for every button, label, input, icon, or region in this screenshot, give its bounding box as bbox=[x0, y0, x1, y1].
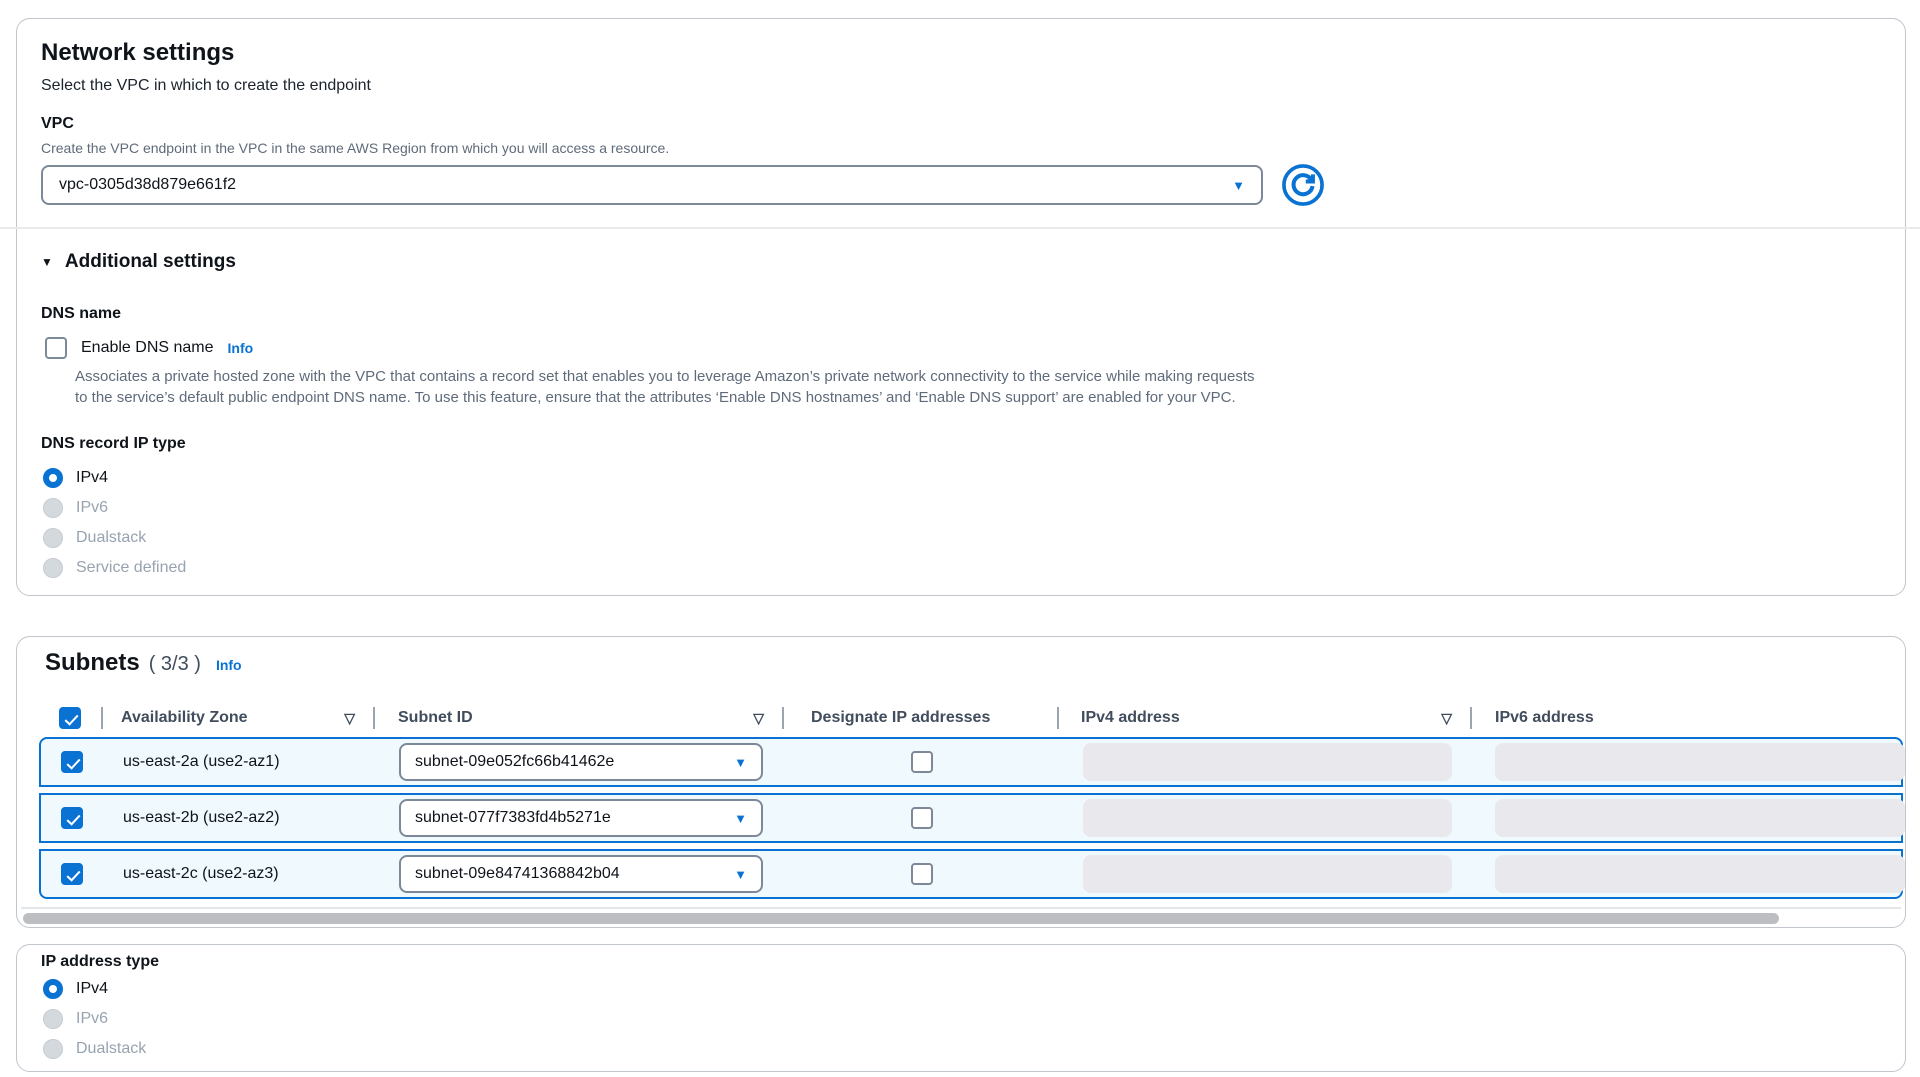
radio-disabled-icon bbox=[43, 1009, 63, 1029]
vpc-select[interactable]: vpc-0305d38d879e661f2 ▼ bbox=[41, 165, 1263, 205]
dns-record-ip-type-radio-group: IPv4 IPv6 Dualstack Service defined bbox=[43, 467, 186, 579]
sort-icon[interactable]: ▽ bbox=[753, 710, 764, 727]
header-subnet-id: Subnet ID ▽ bbox=[373, 699, 782, 737]
sort-icon[interactable]: ▽ bbox=[1441, 710, 1452, 727]
network-settings-title: Network settings bbox=[41, 39, 234, 67]
ip-address-type-card: IP address type IPv4 IPv6 Dualstack bbox=[16, 944, 1906, 1072]
section-divider bbox=[0, 227, 1920, 229]
radio-option-ipv6: IPv6 bbox=[43, 497, 186, 519]
column-label: Availability Zone bbox=[101, 709, 248, 727]
dns-record-ip-type-label: DNS record IP type bbox=[41, 435, 186, 453]
radio-disabled-icon bbox=[43, 1039, 63, 1059]
dns-name-label: DNS name bbox=[41, 305, 121, 323]
subnets-card: Subnets ( 3/3 ) Info Availability Zone ▽… bbox=[16, 636, 1906, 928]
ipv4-address-input bbox=[1083, 799, 1452, 837]
column-label: Designate IP addresses bbox=[782, 709, 990, 727]
ipv6-address-input bbox=[1495, 855, 1905, 893]
chevron-down-icon: ▼ bbox=[734, 756, 747, 769]
ipv6-address-input bbox=[1495, 743, 1905, 781]
refresh-icon bbox=[1281, 163, 1325, 207]
radio-option-dualstack: Dualstack bbox=[43, 527, 186, 549]
dns-name-info-link[interactable]: Info bbox=[228, 340, 254, 356]
table-bottom-divider bbox=[21, 907, 1901, 909]
vpc-select-value: vpc-0305d38d879e661f2 bbox=[59, 176, 236, 194]
table-row[interactable]: us-east-2c (use2-az3) subnet-09e84741368… bbox=[39, 849, 1903, 899]
ip-address-type-radio-group: IPv4 IPv6 Dualstack bbox=[43, 978, 146, 1060]
scrollbar-thumb[interactable] bbox=[23, 913, 1779, 924]
sort-icon[interactable]: ▽ bbox=[344, 710, 355, 727]
dns-name-description: Associates a private hosted zone with th… bbox=[75, 366, 1260, 408]
subnets-table: Availability Zone ▽ Subnet ID ▽ Designat… bbox=[39, 699, 1903, 899]
enable-dns-name-checkbox[interactable] bbox=[45, 337, 67, 359]
vpc-description: Create the VPC endpoint in the VPC in th… bbox=[41, 140, 669, 156]
additional-settings-expander[interactable]: ▼ Additional settings bbox=[41, 251, 236, 273]
table-row[interactable]: us-east-2b (use2-az2) subnet-077f7383fd4… bbox=[39, 793, 1903, 843]
radio-label: Dualstack bbox=[76, 529, 146, 547]
radio-disabled-icon bbox=[43, 498, 63, 518]
select-all-checkbox[interactable] bbox=[59, 707, 81, 729]
radio-label: IPv4 bbox=[76, 980, 108, 998]
subnet-id-value: subnet-09e052fc66b41462e bbox=[415, 753, 614, 771]
chevron-down-icon: ▼ bbox=[734, 812, 747, 825]
ipv6-address-input bbox=[1495, 799, 1905, 837]
header-ipv4-address: IPv4 address ▽ bbox=[1057, 699, 1470, 737]
radio-label: IPv6 bbox=[76, 499, 108, 517]
network-settings-subtitle: Select the VPC in which to create the en… bbox=[41, 77, 371, 95]
header-designate-ip: Designate IP addresses bbox=[782, 699, 1057, 737]
subnet-id-select[interactable]: subnet-09e052fc66b41462e ▼ bbox=[399, 743, 763, 781]
availability-zone-value: us-east-2c (use2-az3) bbox=[103, 865, 375, 883]
horizontal-scrollbar[interactable] bbox=[23, 913, 1899, 925]
header-select-all-cell bbox=[39, 699, 101, 737]
radio-label: IPv4 bbox=[76, 469, 108, 487]
radio-option-ipv6: IPv6 bbox=[43, 1008, 146, 1030]
header-ipv6-address: IPv6 address bbox=[1470, 699, 1903, 737]
radio-label: Service defined bbox=[76, 559, 186, 577]
subnets-header: Subnets ( 3/3 ) Info bbox=[45, 649, 242, 677]
refresh-button[interactable] bbox=[1281, 163, 1325, 207]
subnet-id-select[interactable]: subnet-09e84741368842b04 ▼ bbox=[399, 855, 763, 893]
radio-disabled-icon bbox=[43, 528, 63, 548]
designate-ip-checkbox[interactable] bbox=[911, 751, 933, 773]
row-select-checkbox[interactable] bbox=[61, 863, 83, 885]
availability-zone-value: us-east-2a (use2-az1) bbox=[103, 753, 375, 771]
triangle-down-icon: ▼ bbox=[41, 255, 53, 269]
subnets-title: Subnets bbox=[45, 649, 140, 677]
table-row[interactable]: us-east-2a (use2-az1) subnet-09e052fc66b… bbox=[39, 737, 1903, 787]
subnet-id-select[interactable]: subnet-077f7383fd4b5271e ▼ bbox=[399, 799, 763, 837]
radio-disabled-icon bbox=[43, 558, 63, 578]
vpc-label: VPC bbox=[41, 115, 74, 133]
column-label: IPv6 address bbox=[1470, 709, 1594, 727]
radio-option-ipv4: IPv4 bbox=[43, 978, 146, 1000]
column-label: IPv4 address bbox=[1057, 709, 1180, 727]
header-availability-zone: Availability Zone ▽ bbox=[101, 699, 373, 737]
additional-settings-label: Additional settings bbox=[65, 251, 236, 273]
radio-selected-icon[interactable] bbox=[43, 979, 63, 999]
chevron-down-icon: ▼ bbox=[1232, 179, 1245, 192]
ipv4-address-input bbox=[1083, 855, 1452, 893]
subnets-table-header: Availability Zone ▽ Subnet ID ▽ Designat… bbox=[39, 699, 1903, 737]
availability-zone-value: us-east-2b (use2-az2) bbox=[103, 809, 375, 827]
network-settings-card: Network settings Select the VPC in which… bbox=[16, 18, 1906, 596]
subnets-count: ( 3/3 ) bbox=[149, 653, 201, 676]
row-select-checkbox[interactable] bbox=[61, 751, 83, 773]
row-select-checkbox[interactable] bbox=[61, 807, 83, 829]
radio-option-service-defined: Service defined bbox=[43, 557, 186, 579]
enable-dns-name-row: Enable DNS name Info bbox=[45, 337, 253, 359]
subnet-id-value: subnet-077f7383fd4b5271e bbox=[415, 809, 611, 827]
subnet-id-value: subnet-09e84741368842b04 bbox=[415, 865, 620, 883]
radio-label: Dualstack bbox=[76, 1040, 146, 1058]
radio-selected-icon[interactable] bbox=[43, 468, 63, 488]
enable-dns-name-checkbox-label: Enable DNS name bbox=[81, 339, 214, 357]
column-label: Subnet ID bbox=[373, 709, 473, 727]
designate-ip-checkbox[interactable] bbox=[911, 807, 933, 829]
subnets-info-link[interactable]: Info bbox=[216, 657, 242, 673]
ipv4-address-input bbox=[1083, 743, 1452, 781]
chevron-down-icon: ▼ bbox=[734, 868, 747, 881]
radio-option-dualstack: Dualstack bbox=[43, 1038, 146, 1060]
designate-ip-checkbox[interactable] bbox=[911, 863, 933, 885]
ip-address-type-label: IP address type bbox=[41, 953, 159, 971]
radio-option-ipv4: IPv4 bbox=[43, 467, 186, 489]
radio-label: IPv6 bbox=[76, 1010, 108, 1028]
